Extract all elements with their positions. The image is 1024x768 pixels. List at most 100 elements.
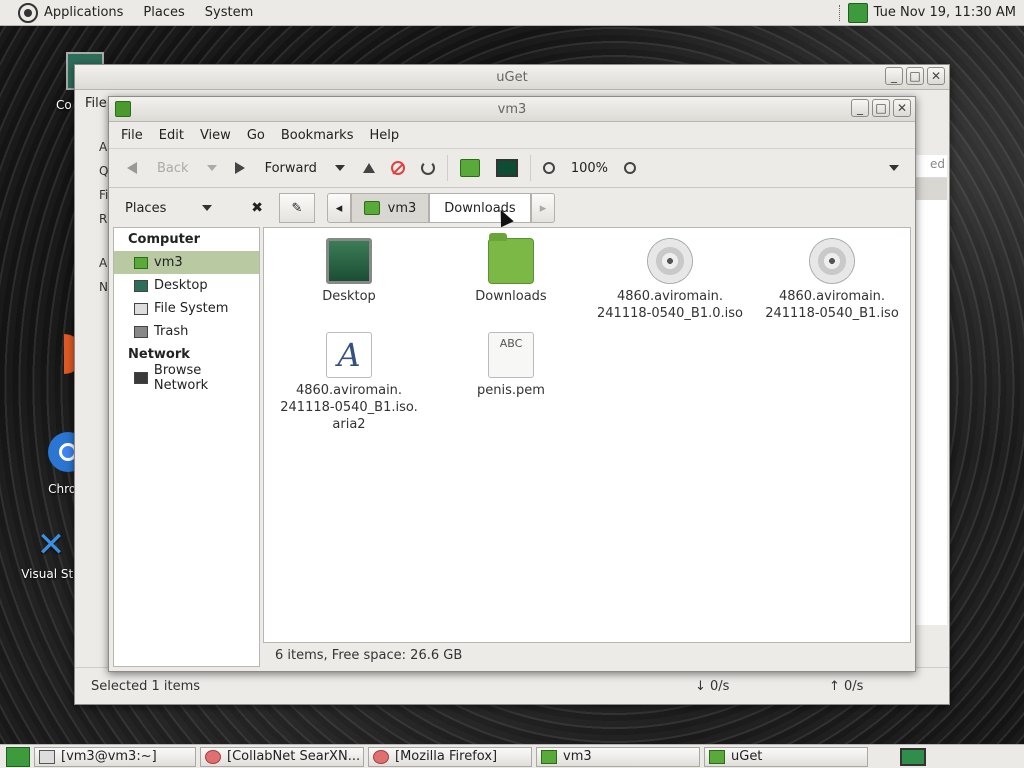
up-button[interactable] bbox=[355, 153, 383, 183]
chevron-down-icon bbox=[206, 165, 217, 171]
stop-button[interactable] bbox=[383, 153, 413, 183]
menu-go[interactable]: Go bbox=[239, 128, 273, 143]
forward-history-dropdown[interactable] bbox=[325, 153, 355, 183]
sidebar-item-desktop[interactable]: Desktop bbox=[114, 274, 259, 297]
uget-icon bbox=[709, 749, 725, 764]
file-name: Downloads bbox=[475, 289, 547, 304]
places-sidebar: Computer vm3 Desktop File System Trash N… bbox=[113, 227, 260, 667]
sidebar-heading-computer: Computer bbox=[128, 232, 201, 247]
close-sidebar-icon[interactable]: ✖ bbox=[251, 200, 263, 216]
back-button[interactable]: Back bbox=[119, 153, 197, 183]
menu-file[interactable]: File bbox=[113, 128, 151, 143]
zoom-level[interactable]: 100% bbox=[563, 153, 616, 183]
file-item[interactable]: A 4860.aviromain. 241118-0540_B1.iso. ar… bbox=[274, 332, 424, 433]
chevron-down-icon bbox=[202, 205, 213, 211]
maximize-button[interactable]: □ bbox=[872, 99, 890, 117]
fm-toolbar: Back Forward 100% bbox=[109, 148, 915, 188]
breadcrumb-scroll-left[interactable]: ◂ bbox=[327, 193, 351, 223]
drive-icon bbox=[134, 302, 148, 315]
reload-button[interactable] bbox=[413, 153, 443, 183]
breadcrumb-home[interactable]: vm3 bbox=[351, 193, 429, 223]
file-manager-window[interactable]: vm3 _ □ ✕ File Edit View Go Bookmarks He… bbox=[108, 96, 916, 672]
sidebar-item-label: File System bbox=[154, 301, 229, 316]
disc-image-icon bbox=[647, 238, 693, 284]
sidebar-item-trash[interactable]: Trash bbox=[114, 320, 259, 343]
home-folder-icon bbox=[541, 749, 557, 764]
sidebar-selector[interactable]: Places ✖ bbox=[109, 200, 275, 216]
uget-row[interactable]: R bbox=[77, 207, 107, 231]
menu-help[interactable]: Help bbox=[361, 128, 407, 143]
close-button[interactable]: ✕ bbox=[893, 99, 911, 117]
uget-title: uGet bbox=[496, 69, 528, 85]
zoom-out-icon bbox=[542, 162, 555, 174]
places-menu[interactable]: Places bbox=[133, 5, 194, 20]
file-name: penis.pem bbox=[477, 383, 545, 398]
task-button-vm3[interactable]: vm3 bbox=[536, 746, 700, 767]
applications-menu[interactable]: Applications bbox=[0, 2, 133, 23]
zoom-in-icon bbox=[624, 162, 637, 174]
file-item[interactable]: Downloads bbox=[436, 233, 586, 305]
uget-file-menu[interactable]: File bbox=[85, 96, 107, 111]
selected-row[interactable] bbox=[913, 178, 947, 200]
sidebar-item-vm3[interactable]: vm3 bbox=[114, 251, 259, 274]
network-icon bbox=[134, 371, 148, 384]
uget-row[interactable]: Fi bbox=[77, 183, 108, 207]
file-name: 4860.aviromain. 241118-0540_B1.0.iso bbox=[597, 289, 743, 321]
forward-button[interactable]: Forward bbox=[227, 153, 325, 183]
selected-count: Selected 1 items bbox=[91, 678, 201, 694]
uget-row[interactable]: A bbox=[77, 251, 107, 275]
home-button[interactable] bbox=[452, 153, 488, 183]
maximize-button[interactable]: □ bbox=[906, 67, 924, 85]
column-header-fragment[interactable]: ed bbox=[913, 155, 947, 178]
file-item[interactable]: 4860.aviromain. 241118-0540_B1.0.iso bbox=[596, 238, 744, 322]
file-view[interactable]: Desktop Downloads 4860.aviromain. 241118… bbox=[263, 227, 911, 643]
task-button-terminal[interactable]: [vm3@vm3:~] bbox=[34, 746, 196, 767]
file-item[interactable]: ABC penis.pem bbox=[436, 332, 586, 399]
zoom-out-button[interactable] bbox=[535, 153, 563, 183]
menu-edit[interactable]: Edit bbox=[151, 128, 192, 143]
show-desktop-button[interactable] bbox=[6, 746, 30, 767]
desktop-icon-computer-label: Co bbox=[56, 98, 72, 112]
firefox-icon bbox=[373, 749, 389, 764]
computer-button[interactable] bbox=[488, 153, 526, 183]
fm-titlebar[interactable]: vm3 _ □ ✕ bbox=[109, 97, 915, 122]
minimize-button[interactable]: _ bbox=[851, 99, 869, 117]
task-button-firefox[interactable]: [Mozilla Firefox] bbox=[368, 746, 532, 767]
uget-titlebar[interactable]: uGet _ □ ✕ bbox=[75, 65, 949, 90]
chevron-left-icon: ◂ bbox=[335, 200, 343, 216]
file-name: Desktop bbox=[322, 289, 376, 304]
close-button[interactable]: ✕ bbox=[927, 67, 945, 85]
clock[interactable]: Tue Nov 19, 11:30 AM bbox=[874, 5, 1016, 20]
breadcrumb-scroll-right[interactable]: ▸ bbox=[531, 193, 555, 223]
toolbar-overflow-dropdown[interactable] bbox=[881, 153, 907, 183]
panel-separator bbox=[838, 4, 842, 21]
bottom-taskbar: [vm3@vm3:~] [CollabNet SearXN... [Mozill… bbox=[0, 744, 1024, 768]
sidebar-item-label: Browse Network bbox=[153, 362, 209, 393]
top-panel: Applications Places System Tue Nov 19, 1… bbox=[0, 0, 1024, 26]
uget-row[interactable]: Q bbox=[77, 159, 108, 183]
uget-download-list[interactable]: ed bbox=[912, 155, 947, 625]
file-name: 4860.aviromain. 241118-0540_B1.iso bbox=[765, 289, 899, 321]
toggle-location-entry-button[interactable]: ✎ bbox=[279, 193, 315, 223]
menu-bookmarks[interactable]: Bookmarks bbox=[273, 128, 362, 143]
breadcrumb-current[interactable]: Downloads bbox=[429, 193, 531, 223]
uget-row[interactable]: N bbox=[77, 275, 108, 299]
sidebar-item-file-system[interactable]: File System bbox=[114, 297, 259, 320]
zoom-in-button[interactable] bbox=[616, 153, 644, 183]
uget-tray-icon[interactable] bbox=[847, 2, 868, 23]
uget-row[interactable]: A bbox=[77, 135, 107, 159]
task-button-searxng[interactable]: [CollabNet SearXN... bbox=[200, 746, 364, 767]
file-item[interactable]: 4860.aviromain. 241118-0540_B1.iso bbox=[758, 238, 906, 322]
upload-speed: ↑ 0/s bbox=[829, 678, 864, 694]
toolbar-separator bbox=[446, 155, 448, 181]
workspace-switcher[interactable] bbox=[900, 747, 926, 766]
minimize-button[interactable]: _ bbox=[885, 67, 903, 85]
task-button-uget[interactable]: uGet bbox=[704, 746, 868, 767]
uget-statusbar: Selected 1 items ↓ 0/s ↑ 0/s bbox=[75, 667, 949, 704]
file-item[interactable]: Desktop bbox=[274, 238, 424, 305]
sidebar-item-browse-network[interactable]: Browse Network bbox=[114, 363, 259, 393]
chevron-down-icon bbox=[889, 165, 899, 171]
system-menu[interactable]: System bbox=[195, 5, 263, 20]
back-history-dropdown[interactable] bbox=[197, 153, 227, 183]
menu-view[interactable]: View bbox=[192, 128, 239, 143]
